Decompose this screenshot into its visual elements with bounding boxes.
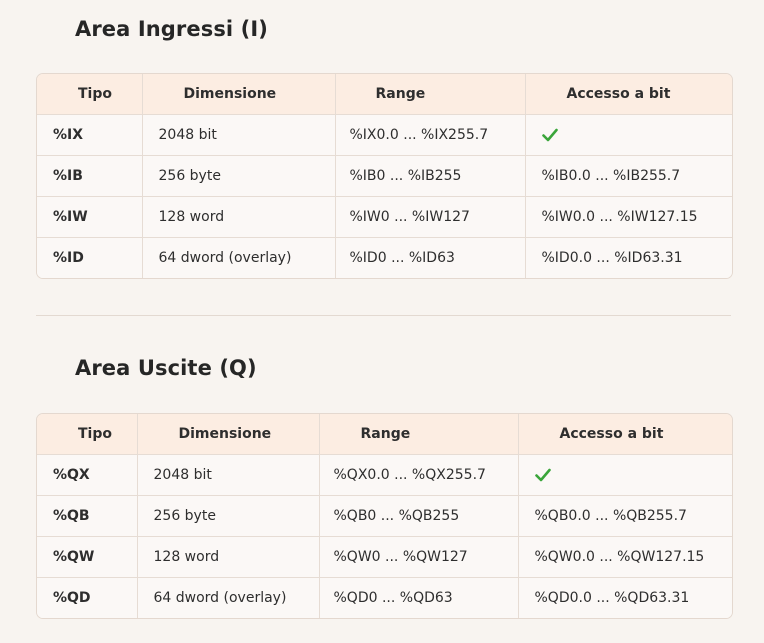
input-area-table-container: Tipo Dimensione Range Accesso a bit %IX … bbox=[36, 73, 733, 279]
header-range: Range bbox=[319, 414, 519, 455]
header-accesso-bit: Accesso a bit bbox=[525, 74, 732, 115]
cell-range: %IB0 ... %IB255 bbox=[335, 155, 526, 197]
cell-dimensione: 2048 bit bbox=[142, 114, 336, 156]
input-area-title: Area Ingressi (I) bbox=[75, 17, 268, 41]
cell-tipo: %QB bbox=[37, 495, 138, 537]
cell-dimensione: 128 word bbox=[142, 196, 336, 238]
check-icon bbox=[541, 128, 558, 142]
cell-accesso-bit: %ID0.0 ... %ID63.31 bbox=[525, 237, 732, 278]
output-area-table-container: Tipo Dimensione Range Accesso a bit %QX … bbox=[36, 413, 733, 619]
header-tipo: Tipo bbox=[37, 74, 143, 115]
cell-tipo: %QD bbox=[37, 577, 138, 618]
cell-dimensione: 256 byte bbox=[142, 155, 336, 197]
cell-accesso-bit bbox=[525, 114, 732, 156]
cell-tipo: %QW bbox=[37, 536, 138, 578]
table-row: %QX 2048 bit %QX0.0 ... %QX255.7 bbox=[37, 454, 732, 496]
cell-dimensione: 64 dword (overlay) bbox=[137, 577, 320, 618]
cell-dimensione: 2048 bit bbox=[137, 454, 320, 496]
header-dimensione: Dimensione bbox=[137, 414, 320, 455]
cell-accesso-bit bbox=[518, 454, 732, 496]
cell-accesso-bit: %IB0.0 ... %IB255.7 bbox=[525, 155, 732, 197]
table-row: %ID 64 dword (overlay) %ID0 ... %ID63 %I… bbox=[37, 237, 732, 278]
cell-accesso-bit: %QW0.0 ... %QW127.15 bbox=[518, 536, 732, 578]
cell-accesso-bit: %IW0.0 ... %IW127.15 bbox=[525, 196, 732, 238]
header-range: Range bbox=[335, 74, 526, 115]
table-row: %QB 256 byte %QB0 ... %QB255 %QB0.0 ... … bbox=[37, 495, 732, 537]
cell-range: %QB0 ... %QB255 bbox=[319, 495, 519, 537]
cell-range: %IX0.0 ... %IX255.7 bbox=[335, 114, 526, 156]
cell-range: %QW0 ... %QW127 bbox=[319, 536, 519, 578]
table-header-row: Tipo Dimensione Range Accesso a bit bbox=[37, 414, 732, 455]
cell-dimensione: 64 dword (overlay) bbox=[142, 237, 336, 278]
cell-range: %IW0 ... %IW127 bbox=[335, 196, 526, 238]
section-divider bbox=[36, 315, 731, 316]
input-area-table: Tipo Dimensione Range Accesso a bit %IX … bbox=[37, 74, 732, 278]
cell-accesso-bit: %QB0.0 ... %QB255.7 bbox=[518, 495, 732, 537]
cell-tipo: %ID bbox=[37, 237, 143, 278]
header-dimensione: Dimensione bbox=[142, 74, 336, 115]
output-area-table: Tipo Dimensione Range Accesso a bit %QX … bbox=[37, 414, 732, 618]
cell-accesso-bit: %QD0.0 ... %QD63.31 bbox=[518, 577, 732, 618]
cell-range: %QD0 ... %QD63 bbox=[319, 577, 519, 618]
cell-range: %ID0 ... %ID63 bbox=[335, 237, 526, 278]
cell-dimensione: 256 byte bbox=[137, 495, 320, 537]
table-row: %IX 2048 bit %IX0.0 ... %IX255.7 bbox=[37, 114, 732, 156]
table-row: %QD 64 dword (overlay) %QD0 ... %QD63 %Q… bbox=[37, 577, 732, 618]
header-accesso-bit: Accesso a bit bbox=[518, 414, 732, 455]
header-tipo: Tipo bbox=[37, 414, 138, 455]
cell-tipo: %QX bbox=[37, 454, 138, 496]
cell-range: %QX0.0 ... %QX255.7 bbox=[319, 454, 519, 496]
cell-dimensione: 128 word bbox=[137, 536, 320, 578]
table-row: %QW 128 word %QW0 ... %QW127 %QW0.0 ... … bbox=[37, 536, 732, 578]
output-area-title: Area Uscite (Q) bbox=[75, 356, 257, 380]
cell-tipo: %IX bbox=[37, 114, 143, 156]
table-row: %IW 128 word %IW0 ... %IW127 %IW0.0 ... … bbox=[37, 196, 732, 238]
check-icon bbox=[534, 468, 551, 482]
table-row: %IB 256 byte %IB0 ... %IB255 %IB0.0 ... … bbox=[37, 155, 732, 197]
table-header-row: Tipo Dimensione Range Accesso a bit bbox=[37, 74, 732, 115]
cell-tipo: %IB bbox=[37, 155, 143, 197]
cell-tipo: %IW bbox=[37, 196, 143, 238]
